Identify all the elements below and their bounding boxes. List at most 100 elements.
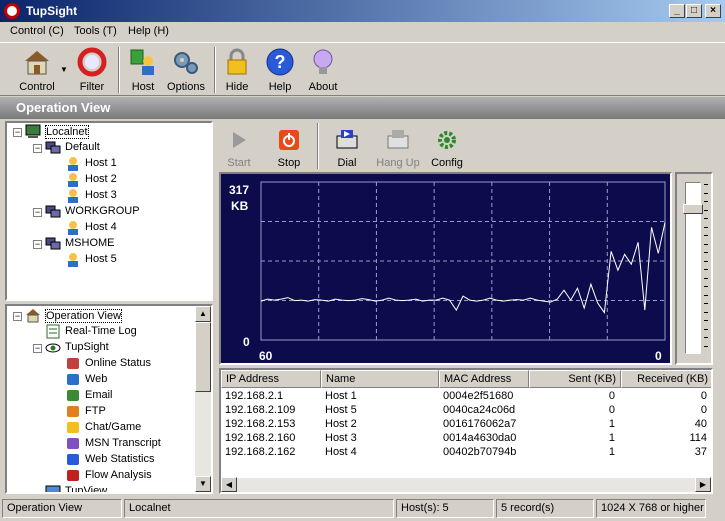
about-button[interactable]: About [302,45,344,95]
y-max-label: 317 [229,183,249,197]
slider-tick [704,260,708,262]
status-hosts: Host(s): 5 [396,499,494,518]
gear-icon [438,131,456,149]
table-row[interactable]: 192.168.2.153 Host 2 0016176062a7 1 40 [221,418,711,432]
table-cell: 1 [608,446,615,458]
hangup-button[interactable]: Hang Up [373,123,423,173]
start-button[interactable]: Start [221,123,257,173]
slider-thumb[interactable] [683,204,703,214]
menu-tools[interactable]: Tools (T) [74,25,117,37]
operation-toolbar: Start Stop Dial Hang Up Config [219,121,519,171]
slider-tick [704,209,708,211]
table-header[interactable]: Received (KB) [621,370,711,388]
options-button[interactable]: Options [164,45,208,95]
host-tree-panel: − Localnet − Default Host 1 Host 2 Host … [5,121,213,301]
close-button[interactable]: × [705,4,721,18]
user-icon [68,189,78,203]
slider-tick [704,226,708,228]
nav-item-icon [67,438,79,449]
table-row[interactable]: 192.168.2.1 Host 1 0004e2f51680 0 0 [221,390,711,404]
slider-tick [704,192,708,194]
nav-item-icon [67,390,79,401]
nav-scrollbar[interactable]: ▲ ▼ [195,306,211,492]
menu-control[interactable]: Control (C) [10,25,64,37]
table-cell: 1 [608,418,615,430]
slider-tick [704,303,708,304]
table-hscrollbar[interactable]: ◀ ▶ [221,477,711,492]
tree-expander[interactable]: − [33,344,42,353]
table-cell: 192.168.2.160 [225,432,296,444]
table-cell: 192.168.2.153 [225,418,296,430]
table-cell: Host 4 [325,446,357,458]
hide-button[interactable]: Hide [220,45,254,95]
filter-button[interactable]: Filter [70,45,114,95]
control-button[interactable]: Control [10,45,64,95]
slider-tick [704,184,708,185]
slider-tick [704,235,708,236]
section-title: Operation View [16,100,111,115]
table-row[interactable]: 192.168.2.162 Host 4 00402b70794b 1 37 [221,446,711,460]
nav-item-icon [67,454,79,465]
tree-expander[interactable]: − [33,144,42,153]
y-min-label: 0 [243,335,250,349]
config-button[interactable]: Config [429,123,465,173]
network-icon [25,124,41,138]
x-right-label: 0 [655,349,662,363]
scroll-up-button[interactable]: ▲ [195,306,211,322]
slider-tick [704,337,708,338]
scroll-left-button[interactable]: ◀ [221,477,237,492]
slider-tick [704,320,708,321]
lightbulb-icon [313,49,333,74]
home-icon [26,309,40,323]
table-cell: Host 2 [325,418,357,430]
maximize-button[interactable]: □ [686,4,702,18]
minimize-button[interactable]: _ [669,4,685,18]
stop-button[interactable]: Stop [271,123,307,173]
tree-expander[interactable]: − [33,208,42,217]
table-header[interactable]: MAC Address [439,370,529,388]
log-icon [46,324,60,339]
table-header[interactable]: Sent (KB) [529,370,621,388]
host-icon [130,49,154,75]
slider-tick [704,243,708,245]
app-icon[interactable] [4,3,20,19]
user-icon [68,253,78,267]
scroll-down-button[interactable]: ▼ [195,476,211,492]
tree-expander[interactable]: − [13,128,22,137]
tree-expander[interactable]: − [13,312,22,321]
play-icon [233,132,246,148]
table-cell: Host 1 [325,390,357,402]
help-button[interactable]: ? Help [262,45,298,95]
tree-expander[interactable]: − [33,240,42,249]
tupview-icon [45,485,61,492]
gears-icon [174,52,198,74]
table-header[interactable]: IP Address [221,370,321,388]
slider-tick [704,252,708,253]
filter-icon [77,47,107,77]
table-cell: Host 3 [325,432,357,444]
dial-button[interactable]: Dial [329,123,365,173]
scroll-thumb[interactable] [195,322,211,392]
control-dropdown-arrow[interactable]: ▼ [58,45,68,95]
svg-text:?: ? [275,52,286,72]
scroll-right-button[interactable]: ▶ [695,477,711,492]
table-row[interactable]: 192.168.2.160 Host 3 0014a4630da0 1 114 [221,432,711,446]
help-icon: ? [266,48,294,76]
user-icon [68,173,78,187]
status-bar: Operation View Localnet Host(s): 5 5 rec… [0,497,725,521]
scale-slider-panel [675,172,713,365]
slider-tick [704,328,708,330]
menu-help[interactable]: Help (H) [128,25,169,37]
status-records: 5 record(s) [496,499,594,518]
table-cell: 37 [694,446,707,458]
slider-tick [704,218,708,219]
status-network: Localnet [124,499,394,518]
title-bar: TupSight _ □ × [0,0,725,22]
table-header[interactable]: Name [321,370,439,388]
table-row[interactable]: 192.168.2.109 Host 5 0040ca24c06d 0 0 [221,404,711,418]
power-icon [279,130,299,150]
traffic-graph-svg: 317 KB 0 60 0 [229,181,666,363]
workgroup-icon [45,205,61,218]
table-cell: 0 [608,404,615,416]
host-button[interactable]: Host [124,45,162,95]
